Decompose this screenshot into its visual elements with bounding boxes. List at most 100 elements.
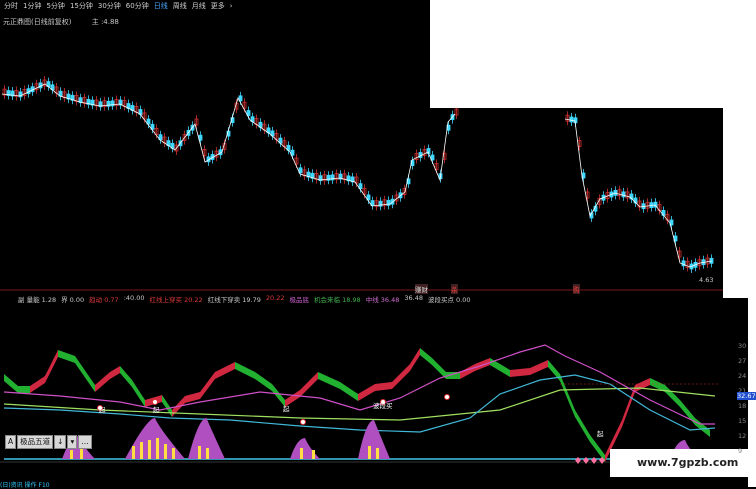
wave-seg-21 bbox=[318, 372, 340, 389]
axis-label-4: 18 bbox=[738, 402, 747, 410]
period-tab-10[interactable]: › bbox=[230, 2, 233, 10]
period-tab-3[interactable]: 15分钟 bbox=[70, 1, 93, 11]
yellow-bar-0 bbox=[70, 450, 73, 459]
event-tag-2[interactable]: 杀 bbox=[451, 284, 458, 294]
blank-panel-top bbox=[430, 0, 756, 108]
blank-panel-right bbox=[723, 108, 756, 298]
yellow-bar-4 bbox=[148, 440, 151, 459]
signal-mark-1: 起 bbox=[99, 406, 106, 414]
lime-line bbox=[3, 387, 716, 421]
indicator-value-8: 机会来临 18.98 bbox=[314, 296, 361, 304]
signal-mark-2: 起 bbox=[153, 406, 160, 414]
wave-seg-13 bbox=[185, 392, 200, 403]
magenta-line bbox=[3, 344, 715, 425]
period-tab-9[interactable]: 更多 bbox=[211, 1, 225, 11]
indicator-value-11: 波段买点 0.00 bbox=[427, 296, 471, 304]
wave-seg-2 bbox=[30, 376, 45, 393]
wave-seg-16 bbox=[235, 362, 255, 379]
indicator-value-0: 副 量能 1.28 bbox=[18, 296, 57, 304]
main-chart-title: 元正鼎图(日线前复权) bbox=[3, 18, 72, 26]
indicator-button-1[interactable]: 极品五道 bbox=[17, 435, 54, 449]
wave-seg-20 bbox=[300, 372, 318, 397]
wave-seg-8 bbox=[120, 366, 132, 387]
purple-area-3 bbox=[290, 438, 320, 459]
yellow-bar-8 bbox=[198, 446, 201, 459]
indicator-value-4: 红线上穿买 20.22 bbox=[149, 296, 203, 304]
axis-label-2: 24 bbox=[738, 372, 747, 380]
period-tab-6[interactable]: 日线 bbox=[154, 1, 168, 11]
main-value-num: 4.88 bbox=[103, 18, 119, 26]
wave-seg-15 bbox=[215, 362, 235, 379]
signal-dot-4 bbox=[444, 394, 450, 400]
watermark-box: www.7gpzb.com bbox=[610, 449, 750, 477]
candle-b-candle-1 bbox=[569, 116, 574, 123]
indicator-button-0[interactable]: A bbox=[5, 435, 17, 449]
period-tab-7[interactable]: 周线 bbox=[173, 1, 187, 11]
period-tab-2[interactable]: 5分钟 bbox=[46, 1, 64, 11]
yellow-bar-5 bbox=[156, 438, 159, 459]
wave-seg-0 bbox=[4, 374, 18, 393]
wave-seg-33 bbox=[510, 368, 530, 377]
indicator-value-1: 界 0.00 bbox=[61, 296, 85, 304]
axis-label-1: 27 bbox=[738, 357, 747, 365]
indicator-value-6: 20.22 bbox=[265, 294, 285, 302]
low-price-tag: 4.63 bbox=[699, 276, 714, 284]
yellow-bar-13 bbox=[376, 448, 379, 459]
indicator-value-9: 中线 36.48 bbox=[365, 296, 400, 304]
wave-seg-3 bbox=[45, 350, 58, 383]
period-tab-0[interactable]: 分时 bbox=[4, 1, 18, 11]
heart-marker-2 bbox=[591, 457, 597, 464]
axis-label-6: 12 bbox=[738, 432, 747, 440]
axis-label-5: 15 bbox=[738, 417, 747, 425]
wave-seg-26 bbox=[410, 348, 420, 371]
wave-seg-43 bbox=[665, 385, 680, 407]
buy-point-label: 波段买 bbox=[373, 402, 393, 410]
wave-seg-6 bbox=[95, 372, 110, 392]
period-tab-5[interactable]: 60分钟 bbox=[126, 1, 149, 11]
wave-seg-28 bbox=[432, 358, 446, 379]
event-tag-3[interactable]: 购 bbox=[573, 284, 580, 294]
indicator-value-7: 极品底 bbox=[289, 296, 310, 304]
period-tab-8[interactable]: 月线 bbox=[192, 1, 206, 11]
yellow-bar-11 bbox=[312, 450, 315, 459]
yellow-bar-2 bbox=[132, 446, 135, 459]
axis-label-7: 9 bbox=[738, 447, 743, 455]
event-tag-1[interactable]: 赚财 bbox=[415, 284, 428, 294]
wave-seg-23 bbox=[358, 384, 375, 401]
yellow-bar-3 bbox=[140, 442, 143, 459]
period-toolbar: 分时 1分钟 5分钟 15分钟 30分钟 60分钟 日线 周线 月线 更多 › bbox=[0, 0, 434, 11]
wave-seg-5 bbox=[75, 356, 95, 392]
wave-seg-24 bbox=[375, 382, 392, 391]
period-tab-4[interactable]: 30分钟 bbox=[98, 1, 121, 11]
main-chart-header: 元正鼎图(日线前复权) 主 :4.88 bbox=[3, 17, 119, 27]
indicator-value-10: 36.48 bbox=[404, 294, 423, 302]
indicator-value-5: 红线下穿卖 19.79 bbox=[207, 296, 261, 304]
indicator-value-2: 趋动 0.77 bbox=[89, 296, 119, 304]
watermark-text: www.7gpzb.com bbox=[637, 456, 739, 469]
wave-seg-41 bbox=[635, 378, 650, 392]
indicator-button-4[interactable]: … bbox=[78, 435, 92, 449]
signal-mark-4: 起 bbox=[597, 430, 604, 438]
axis-highlight: 32.67 bbox=[737, 392, 756, 400]
heart-marker-1 bbox=[583, 457, 589, 464]
indicator-button-2[interactable]: ↓ bbox=[54, 435, 67, 449]
wave-seg-40 bbox=[622, 385, 635, 427]
ma-line-a bbox=[1, 83, 456, 207]
indicator-button-3[interactable]: ▾ bbox=[67, 435, 78, 449]
wave-seg-22 bbox=[340, 382, 358, 401]
wave-seg-25 bbox=[392, 364, 410, 389]
wave-seg-7 bbox=[110, 366, 120, 379]
wave-seg-27 bbox=[420, 348, 432, 365]
candle-b-candle-14 bbox=[621, 191, 626, 198]
period-tab-1[interactable]: 1分钟 bbox=[23, 1, 41, 11]
yellow-bar-12 bbox=[368, 446, 371, 459]
wave-seg-34 bbox=[530, 360, 548, 375]
axis-label-0: 30 bbox=[738, 342, 747, 350]
yellow-bar-9 bbox=[206, 448, 209, 459]
wave-seg-4 bbox=[58, 350, 75, 363]
yellow-bar-7 bbox=[172, 448, 175, 459]
yellow-bar-10 bbox=[300, 448, 303, 459]
wave-seg-17 bbox=[255, 372, 272, 391]
wave-seg-14 bbox=[200, 372, 215, 399]
bottom-text: (日)资讯 操作 F10 bbox=[0, 482, 50, 489]
